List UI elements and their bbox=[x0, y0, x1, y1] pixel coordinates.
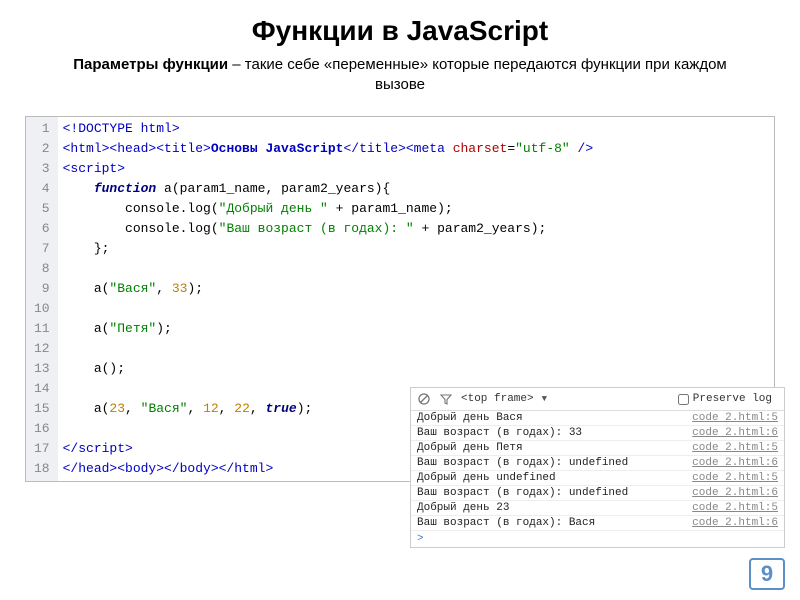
console-row: Добрый день 23 code 2.html:5 bbox=[411, 501, 784, 516]
code-line[interactable]: <!DOCTYPE html> bbox=[63, 119, 769, 139]
code-line[interactable]: console.log("Добрый день " + param1_name… bbox=[63, 199, 769, 219]
page-title: Функции в JavaScript bbox=[0, 15, 800, 47]
devtools-console: <top frame> ▼ Preserve log Добрый день В… bbox=[410, 387, 785, 548]
console-message: Ваш возраст (в годах): 33 bbox=[417, 427, 582, 439]
frame-select[interactable]: <top frame> bbox=[461, 393, 534, 405]
console-row: Ваш возраст (в годах): 33 code 2.html:6 bbox=[411, 426, 784, 441]
code-line[interactable]: a(); bbox=[63, 359, 769, 379]
preserve-log-label: Preserve log bbox=[693, 393, 772, 405]
page-number-badge: 9 bbox=[749, 558, 785, 590]
console-message: Добрый день undefined bbox=[417, 472, 556, 484]
code-line[interactable] bbox=[63, 259, 769, 279]
gutter: 123456789101112131415161718 bbox=[26, 117, 58, 481]
console-row: Добрый день Петя code 2.html:5 bbox=[411, 441, 784, 456]
console-row: Добрый день undefined code 2.html:5 bbox=[411, 471, 784, 486]
code-line[interactable]: console.log("Ваш возраст (в годах): " + … bbox=[63, 219, 769, 239]
console-message: Ваш возраст (в годах): Вася bbox=[417, 517, 595, 529]
line-number: 8 bbox=[34, 259, 50, 279]
line-number: 11 bbox=[34, 319, 50, 339]
line-number: 17 bbox=[34, 439, 50, 459]
clear-console-icon[interactable] bbox=[417, 392, 431, 406]
subtitle-bold: Параметры функции bbox=[73, 56, 228, 73]
console-output: Добрый день Васяcode 2.html:5Ваш возраст… bbox=[411, 411, 784, 531]
code-line[interactable] bbox=[63, 339, 769, 359]
code-line[interactable]: <script> bbox=[63, 159, 769, 179]
filter-icon[interactable] bbox=[439, 392, 453, 406]
console-source-link[interactable]: code 2.html:5 bbox=[692, 412, 778, 424]
console-row: Ваш возраст (в годах): undefined code 2.h… bbox=[411, 486, 784, 501]
line-number: 18 bbox=[34, 459, 50, 479]
line-number: 1 bbox=[34, 119, 50, 139]
code-line[interactable]: }; bbox=[63, 239, 769, 259]
code-line[interactable] bbox=[63, 299, 769, 319]
code-line[interactable]: a("Вася", 33); bbox=[63, 279, 769, 299]
line-number: 6 bbox=[34, 219, 50, 239]
console-message: Ваш возраст (в годах): undefined bbox=[417, 457, 628, 469]
subtitle-rest: – такие себе «переменные» которые переда… bbox=[228, 56, 727, 93]
console-message: Добрый день 23 bbox=[417, 502, 509, 514]
console-source-link[interactable]: code 2.html:5 bbox=[692, 472, 778, 484]
console-source-link[interactable]: code 2.html:6 bbox=[692, 457, 778, 469]
preserve-log-toggle[interactable]: Preserve log bbox=[678, 393, 772, 405]
code-line[interactable]: <html><head><title>Основы JavaScript</ti… bbox=[63, 139, 769, 159]
code-line[interactable]: a("Петя"); bbox=[63, 319, 769, 339]
line-number: 2 bbox=[34, 139, 50, 159]
line-number: 7 bbox=[34, 239, 50, 259]
line-number: 13 bbox=[34, 359, 50, 379]
console-toolbar: <top frame> ▼ Preserve log bbox=[411, 388, 784, 411]
line-number: 14 bbox=[34, 379, 50, 399]
line-number: 4 bbox=[34, 179, 50, 199]
console-message: Добрый день Петя bbox=[417, 442, 523, 454]
console-source-link[interactable]: code 2.html:5 bbox=[692, 502, 778, 514]
line-number: 16 bbox=[34, 419, 50, 439]
console-source-link[interactable]: code 2.html:6 bbox=[692, 427, 778, 439]
line-number: 15 bbox=[34, 399, 50, 419]
line-number: 5 bbox=[34, 199, 50, 219]
line-number: 10 bbox=[34, 299, 50, 319]
line-number: 3 bbox=[34, 159, 50, 179]
console-row: Добрый день Вася code 2.html:5 bbox=[411, 411, 784, 426]
console-source-link[interactable]: code 2.html:6 bbox=[692, 517, 778, 529]
prompt-symbol: > bbox=[417, 533, 424, 545]
console-source-link[interactable]: code 2.html:5 bbox=[692, 442, 778, 454]
slide-header: Функции в JavaScript Параметры функции –… bbox=[0, 0, 800, 104]
console-prompt[interactable]: > bbox=[411, 531, 784, 547]
line-number: 12 bbox=[34, 339, 50, 359]
console-message: Ваш возраст (в годах): undefined bbox=[417, 487, 628, 499]
console-source-link[interactable]: code 2.html:6 bbox=[692, 487, 778, 499]
console-row: Ваш возраст (в годах): Вася code 2.html:6 bbox=[411, 516, 784, 531]
frame-dropdown-icon[interactable]: ▼ bbox=[542, 394, 547, 404]
console-message: Добрый день Вася bbox=[417, 412, 523, 424]
page-subtitle: Параметры функции – такие себе «переменн… bbox=[0, 55, 800, 94]
code-line[interactable]: function a(param1_name, param2_years){ bbox=[63, 179, 769, 199]
line-number: 9 bbox=[34, 279, 50, 299]
preserve-log-checkbox[interactable] bbox=[678, 394, 689, 405]
console-row: Ваш возраст (в годах): undefined code 2.h… bbox=[411, 456, 784, 471]
